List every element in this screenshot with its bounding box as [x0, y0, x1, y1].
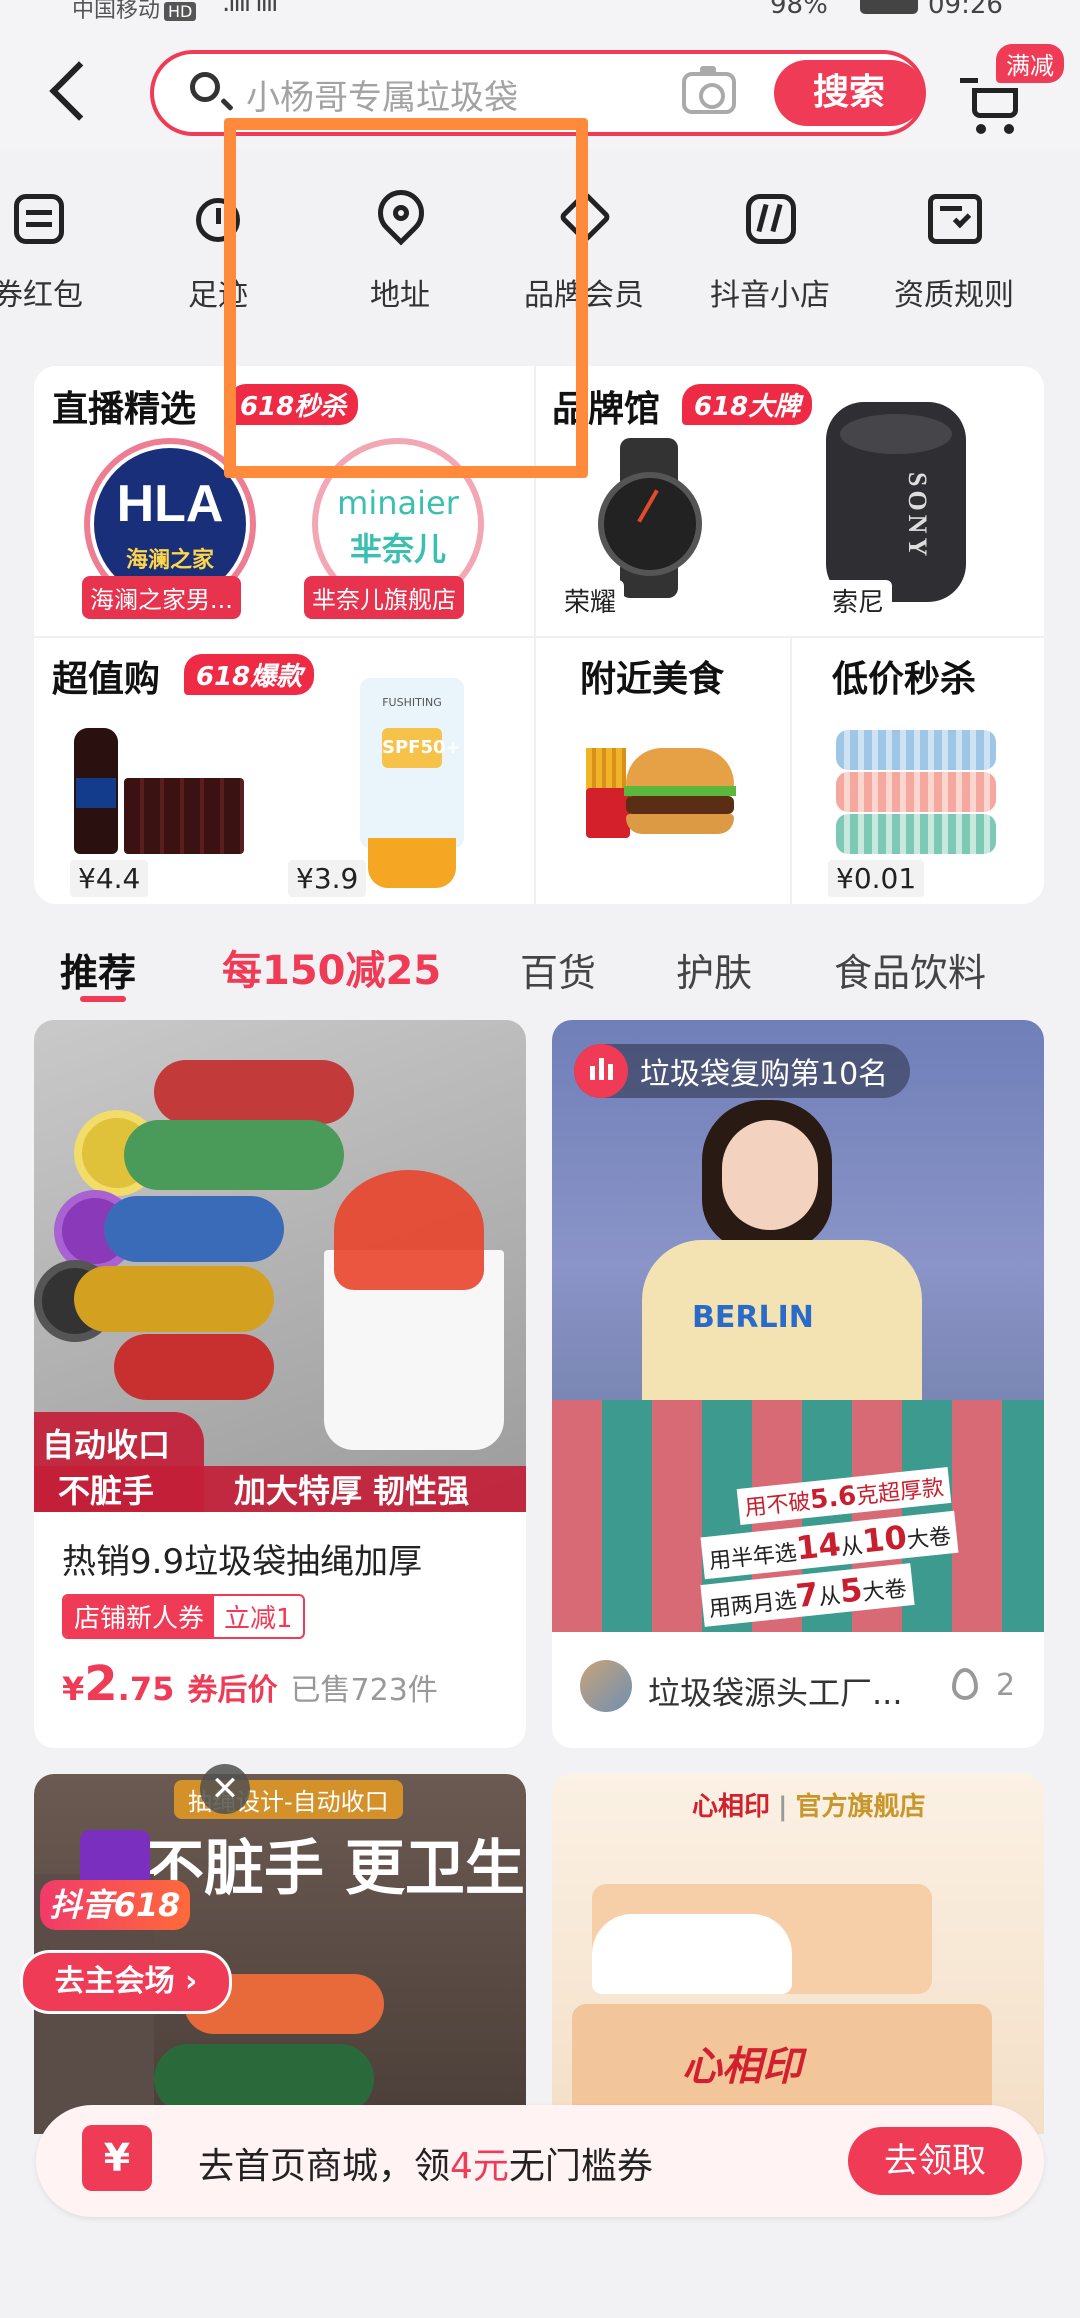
product-price: ¥2.75 券后价 已售723件	[62, 1656, 438, 1712]
price-chip: ¥0.01	[828, 860, 925, 897]
brand-hall-tag: 618大牌	[682, 384, 813, 425]
live-icon	[574, 1044, 628, 1098]
tab-recommend[interactable]: 推荐	[60, 942, 136, 997]
live-picks-title: 直播精选	[52, 389, 197, 430]
coupon-banner-text: 去首页商城，领4元无门槛券	[198, 2146, 653, 2187]
quick-nav-label: 资质规则	[894, 278, 1014, 313]
quick-nav-douyin-store[interactable]: 抖音小店	[680, 150, 860, 314]
search-button[interactable]: 搜索	[774, 60, 924, 126]
price-chip: ¥3.9	[288, 860, 367, 897]
coupon-icon	[8, 188, 68, 248]
burger-image	[586, 728, 736, 848]
speaker-image[interactable]: SONY	[826, 402, 966, 602]
quick-nav-qualification[interactable]: 资质规则	[864, 150, 1044, 314]
clock: 09:26	[928, 0, 1003, 20]
hot-count: 2	[996, 1668, 1016, 1703]
battery-icon	[860, 0, 918, 14]
active-tab-indicator	[80, 996, 126, 1002]
value-buy-tag: 618爆款	[184, 654, 315, 695]
smartwatch-image[interactable]	[580, 438, 720, 598]
product-image: 自动收口 不脏手 加大特厚 韧性强	[34, 1020, 526, 1512]
camera-icon[interactable]	[682, 66, 736, 114]
tab-discount[interactable]: 每150减25	[222, 938, 441, 996]
shop-avatar[interactable]	[580, 1660, 632, 1712]
product-image: 心相印 | 官方旗舰店 心相印	[552, 1774, 1044, 2134]
carrier-label: 中国移动	[72, 0, 161, 23]
claim-coupon-button[interactable]: 去领取	[848, 2127, 1022, 2195]
product-card[interactable]: 心相印 | 官方旗舰店 心相印	[552, 1774, 1044, 2134]
nearby-food-section[interactable]: 附近美食	[536, 638, 790, 904]
fire-icon	[952, 1668, 978, 1700]
towels-image	[836, 730, 996, 860]
flash-sale-section[interactable]: 低价秒杀 ¥0.01	[792, 638, 1044, 904]
nearby-food-title: 附近美食	[580, 659, 725, 700]
shop-name[interactable]: 垃圾袋源头工厂...	[648, 1668, 903, 1714]
shop-label: 海澜之家男...	[82, 576, 241, 619]
cola-image[interactable]	[74, 718, 244, 858]
quick-nav-label: 抖音小店	[710, 278, 830, 313]
coupon-banner[interactable]: ¥ 去首页商城，领4元无门槛券 去领取	[36, 2105, 1044, 2217]
search-icon	[190, 72, 220, 102]
value-buy-title: 超值购	[52, 659, 161, 700]
tab-food-drinks[interactable]: 食品饮料	[834, 942, 986, 997]
flash-sale-title: 低价秒杀	[832, 659, 977, 700]
douyin-618-float[interactable]: 抖音618	[40, 1830, 190, 1940]
category-tabs: 推荐 每150减25 百货 护肤 食品饮料	[0, 930, 1080, 1020]
status-bar: 中国移动 HD .ıllı ıllı 98% 09:26	[0, 0, 1080, 30]
highlight-box	[224, 118, 588, 478]
shop-label: 芈奈儿旗舰店	[304, 576, 464, 619]
product-card[interactable]: 自动收口 不脏手 加大特厚 韧性强 热销9.9垃圾袋抽绳加厚 店铺新人券 立减1…	[34, 1020, 526, 1748]
product-label: 索尼	[824, 580, 893, 621]
signal-icon: .ıllı ıllı	[222, 0, 278, 18]
battery-label: 98%	[770, 0, 828, 20]
search-input[interactable]: 小杨哥专属垃圾袋	[246, 70, 518, 119]
product-title: 热销9.9垃圾袋抽绳加厚	[62, 1542, 423, 1582]
product-label: 荣耀	[556, 580, 625, 621]
live-video-thumbnail: BERLIN 用不破5.6克超厚款 用半年选14从10大卷 用两月选7从5大卷	[552, 1020, 1044, 1632]
coupon-tag: 店铺新人券 立减1	[62, 1594, 305, 1639]
certificate-icon	[924, 188, 984, 248]
sunscreen-image[interactable]: FUSHITING SPF50+	[360, 678, 464, 888]
value-buy-section[interactable]: 超值购 618爆款 ¥4.4 FUSHITING SPF50+ ¥3.9	[34, 638, 534, 904]
tab-general[interactable]: 百货	[520, 942, 596, 997]
quick-nav-label: 券红包	[0, 278, 83, 313]
brand-hall-section[interactable]: 品牌馆 618大牌 荣耀 SONY 索尼	[536, 366, 1044, 636]
tab-skincare[interactable]: 护肤	[676, 942, 752, 997]
hd-badge: HD	[164, 2, 197, 21]
main-venue-button[interactable]: 去主会场 ›	[20, 1950, 232, 2014]
store-icon	[740, 188, 800, 248]
back-arrow-icon[interactable]	[49, 61, 109, 121]
live-video-card[interactable]: BERLIN 用不破5.6克超厚款 用半年选14从10大卷 用两月选7从5大卷 …	[552, 1020, 1044, 1748]
quick-nav-coupon[interactable]: 券红包	[0, 150, 128, 314]
price-chip: ¥4.4	[70, 860, 149, 897]
cart-discount-badge: 满减	[996, 44, 1064, 83]
live-rank-badge: 垃圾袋复购第10名	[574, 1044, 911, 1098]
close-icon[interactable]: ✕	[200, 1764, 250, 1814]
coupon-yuan-icon: ¥	[82, 2125, 152, 2191]
